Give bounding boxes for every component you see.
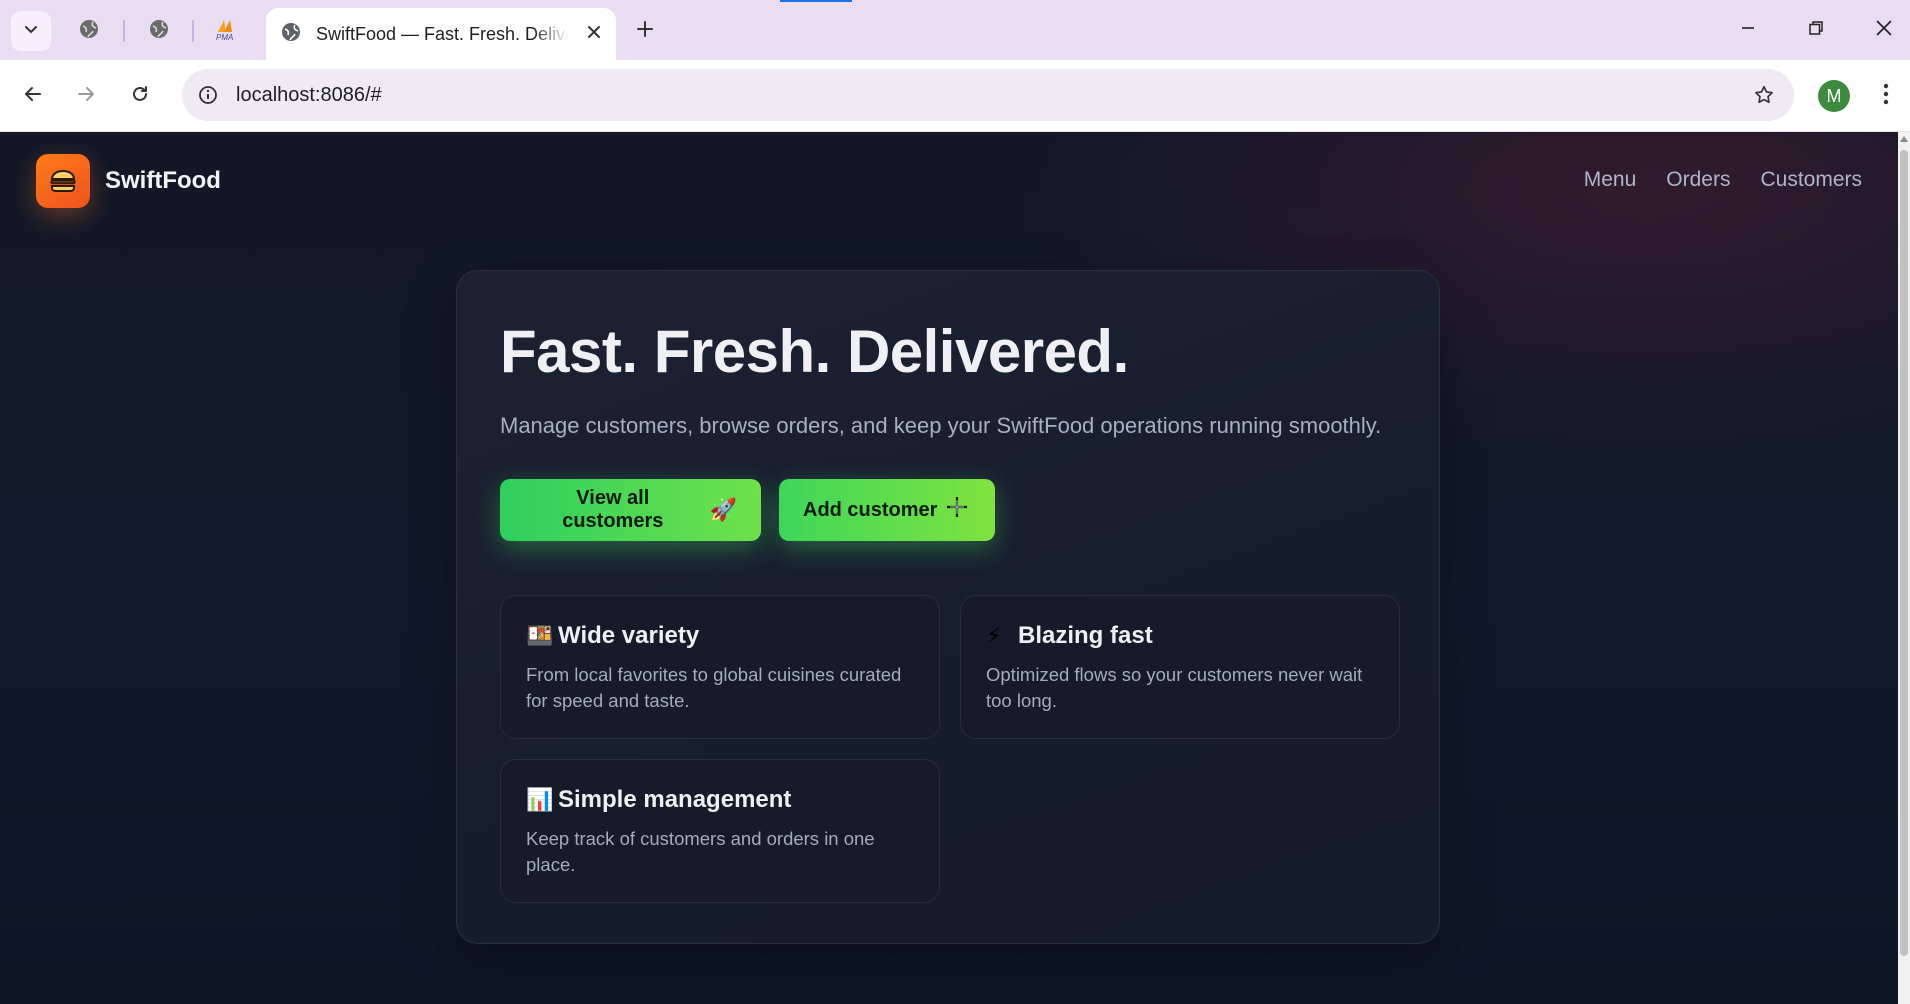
nav-link-customers[interactable]: Customers [1760, 168, 1862, 192]
new-tab-button[interactable] [630, 16, 660, 46]
close-window-button[interactable] [1862, 12, 1906, 48]
main-nav: Menu Orders Customers [1584, 168, 1862, 192]
feature-heading: ⚡ Blazing fast [986, 622, 1153, 650]
forward-button[interactable] [66, 76, 106, 116]
arrow-right-icon [76, 84, 96, 109]
tab-separator [123, 20, 125, 42]
feature-heading: 🍱 Wide variety [526, 622, 699, 650]
plus-icon [636, 20, 654, 43]
close-icon [587, 25, 601, 44]
hero-title: Fast. Fresh. Delivered. [500, 318, 1129, 385]
scroll-up-arrow-icon[interactable] [1900, 136, 1908, 142]
add-customer-button[interactable]: Add customer [779, 479, 995, 541]
bar-chart-icon: 📊 [526, 787, 554, 812]
close-icon [1875, 19, 1893, 42]
close-tab-button[interactable] [582, 22, 606, 46]
feature-description: Optimized flows so your customers never … [986, 664, 1363, 711]
address-bar[interactable]: localhost:8086/# [182, 69, 1794, 121]
restore-icon [1808, 20, 1824, 41]
pma-label: PMA [216, 33, 233, 42]
page-viewport: SwiftFood Menu Orders Customers Fast. Fr… [0, 132, 1898, 1004]
reload-button[interactable] [120, 76, 160, 116]
bookmark-star-icon[interactable] [1750, 81, 1778, 109]
brand-link[interactable]: SwiftFood [36, 154, 221, 208]
profile-avatar[interactable]: M [1818, 80, 1850, 112]
button-label: View all customers [562, 487, 664, 532]
loading-indicator [780, 0, 852, 2]
tab-swiftfood[interactable]: SwiftFood — Fast. Fresh. Delivered. [266, 8, 616, 60]
page-scrollbar[interactable] [1898, 132, 1910, 1004]
feature-title: Blazing fast [1018, 622, 1153, 649]
scrollbar-thumb[interactable] [1900, 150, 1908, 956]
minimize-icon [1740, 20, 1756, 41]
feature-title: Wide variety [558, 622, 700, 649]
plus-icon [945, 495, 969, 525]
site-info-icon[interactable] [194, 81, 222, 109]
minimize-button[interactable] [1726, 12, 1770, 48]
globe-icon [280, 21, 302, 48]
arrow-left-icon [23, 84, 43, 109]
rocket-icon: 🚀 [709, 497, 737, 522]
brand-name: SwiftFood [105, 167, 221, 194]
pinned-tab-3[interactable]: PMA [210, 14, 244, 48]
feature-card-variety: 🍱 Wide variety From local favorites to g… [500, 595, 940, 739]
reload-icon [130, 84, 150, 109]
tab-search-button[interactable] [11, 11, 51, 51]
browser-menu-button[interactable] [1870, 78, 1902, 114]
phpmyadmin-icon: PMA [212, 16, 242, 47]
lightning-icon: ⚡ [986, 623, 1002, 648]
globe-icon [78, 18, 100, 45]
pinned-tab-1[interactable] [72, 14, 106, 48]
feature-heading: 📊 Simple management [526, 786, 791, 814]
browser-tab-strip: PMA SwiftFood — Fast. Fresh. Delivered. [0, 0, 1910, 60]
browser-toolbar: localhost:8086/# M [0, 60, 1910, 132]
chevron-down-icon [23, 21, 39, 42]
button-label: Add customer [803, 498, 938, 521]
feature-card-fast: ⚡ Blazing fast Optimized flows so your c… [960, 595, 1400, 739]
pinned-tab-2[interactable] [142, 14, 176, 48]
hero-subtitle: Manage customers, browse orders, and kee… [500, 413, 1382, 438]
nav-link-menu[interactable]: Menu [1584, 168, 1637, 192]
url-text[interactable]: localhost:8086/# [236, 69, 382, 121]
globe-icon [148, 18, 170, 45]
feature-card-management: 📊 Simple management Keep track of custom… [500, 759, 940, 903]
feature-description: Keep track of customers and orders in on… [526, 828, 875, 875]
hero-card: Fast. Fresh. Delivered. Manage customers… [456, 270, 1440, 944]
feature-title: Simple management [558, 786, 792, 813]
back-button[interactable] [13, 76, 53, 116]
restore-button[interactable] [1794, 12, 1838, 48]
feature-description: From local favorites to global cuisines … [526, 664, 902, 711]
tab-separator [192, 20, 194, 42]
nav-link-orders[interactable]: Orders [1666, 168, 1730, 192]
bento-box-icon: 🍱 [526, 623, 554, 648]
view-all-customers-button[interactable]: View all customers 🚀 [500, 479, 761, 541]
site-header: SwiftFood Menu Orders Customers [36, 154, 1862, 210]
more-vertical-icon [1883, 83, 1889, 110]
burger-icon [36, 154, 90, 208]
tab-title: SwiftFood — Fast. Fresh. Delivered. [316, 23, 568, 44]
